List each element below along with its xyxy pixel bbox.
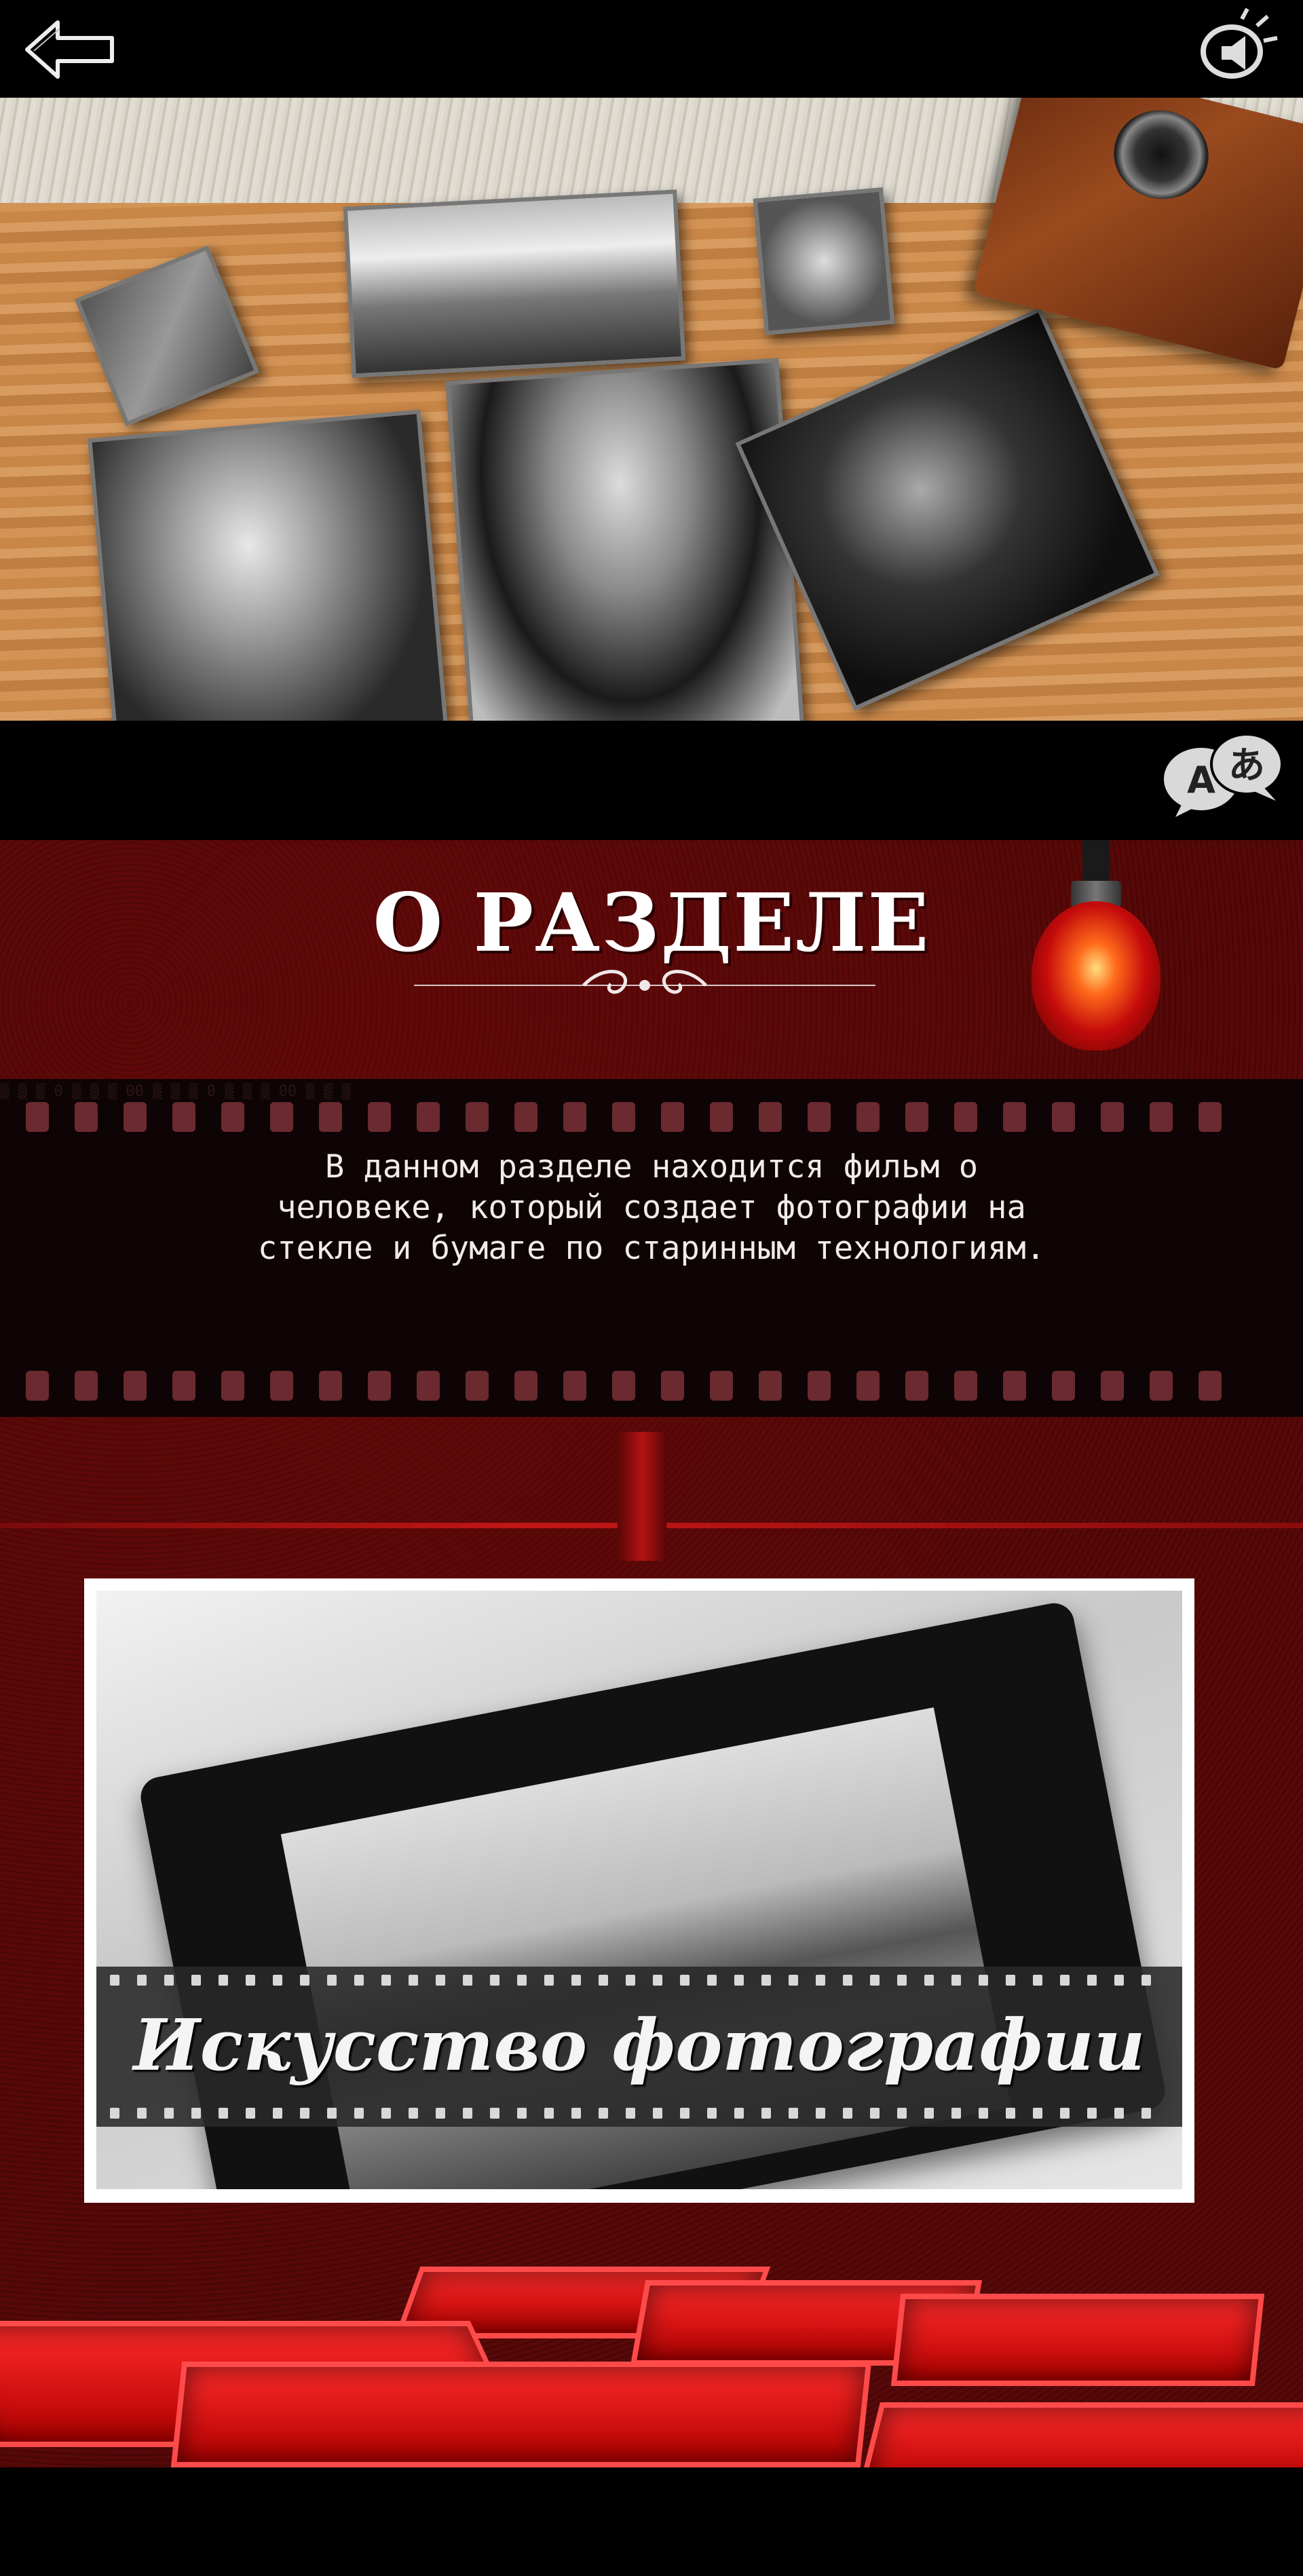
top-bar — [0, 0, 1303, 98]
hero-image — [0, 98, 1303, 721]
translate-icon: A あ — [1164, 733, 1283, 817]
video-title: Искусство фотографии — [133, 2003, 1146, 2087]
light-bulb — [1018, 840, 1174, 1064]
clothespin — [618, 1432, 666, 1561]
film-edge-markings: ▒ ▒ ▒ 0 ▒ ▒ ▒ 00 ▒ ▒ ▒ 0 ▒ ▒ ▒ 00 ▒ ▒ ▒ — [0, 1083, 351, 1100]
black-band — [0, 721, 1303, 840]
section-description: В данном разделе находится фильм о челов… — [257, 1148, 1046, 1267]
back-button[interactable] — [20, 12, 122, 87]
sound-toggle-button[interactable] — [1194, 5, 1283, 87]
translate-glyph-latin: A — [1187, 759, 1215, 801]
tintype-plate — [753, 187, 895, 335]
translate-button[interactable]: A あ — [1162, 730, 1284, 818]
tintype-plate — [343, 189, 686, 378]
translate-glyph-japanese: あ — [1228, 744, 1265, 787]
ornament-divider — [414, 970, 875, 994]
tintype-plate — [88, 409, 450, 721]
darkroom-trays — [0, 2239, 1303, 2470]
film-perforations-top — [0, 1102, 1303, 1132]
back-arrow-icon — [25, 20, 114, 79]
sound-toggle-icon — [1201, 7, 1278, 79]
film-perforations-bottom — [0, 1371, 1303, 1401]
tintype-plate — [445, 358, 805, 721]
bottom-bar — [0, 2467, 1303, 2576]
